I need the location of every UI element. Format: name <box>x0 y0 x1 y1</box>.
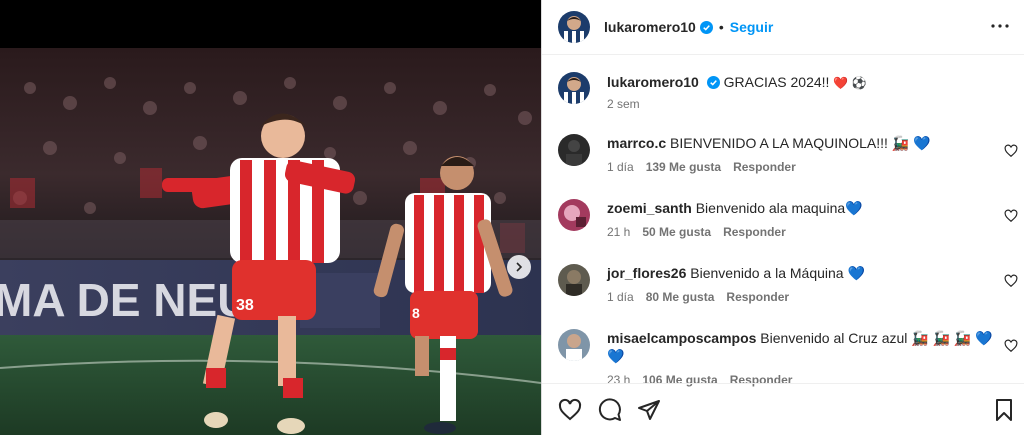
post-panel: lukaromero10 • Seguir lukaromero10 GRACI… <box>541 0 1024 435</box>
chevron-right-icon <box>516 262 523 272</box>
avatar[interactable] <box>558 199 590 231</box>
carousel-next-button[interactable] <box>507 255 531 279</box>
separator-dot: • <box>718 19 724 35</box>
verified-icon <box>699 20 713 34</box>
bookmark-icon[interactable] <box>992 398 1016 422</box>
reply-button[interactable]: Responder <box>723 225 786 239</box>
heart-icon[interactable] <box>1004 339 1018 353</box>
comment-text: Bienvenido a la Máquina 💙 <box>690 265 865 281</box>
svg-text:8: 8 <box>412 305 420 321</box>
caption-emojis: ❤️ ⚽ <box>833 76 867 90</box>
comment-text: BIENVENIDO A LA MAQUINOLA!!! 🚂 💙 <box>670 135 931 151</box>
post-header: lukaromero10 • Seguir <box>542 0 1024 55</box>
reply-button[interactable]: Responder <box>733 160 796 174</box>
heart-icon[interactable] <box>558 398 582 422</box>
caption-row: lukaromero10 GRACIAS 2024!! ❤️ ⚽ 2 sem <box>558 72 1024 111</box>
avatar[interactable] <box>558 72 590 104</box>
comment-username[interactable]: zoemi_santh <box>607 200 692 216</box>
post-viewer: MA DE NEUM 38 8 lukaromero10 • Seguir lu… <box>0 0 1024 435</box>
avatar[interactable] <box>558 264 590 296</box>
comment-username[interactable]: jor_flores26 <box>607 265 686 281</box>
svg-text:38: 38 <box>236 297 254 314</box>
comment-row: zoemi_santh Bienvenido ala maquina💙 21 h… <box>558 199 1024 239</box>
action-bar <box>542 383 1024 435</box>
heart-icon[interactable] <box>1004 144 1018 158</box>
comment-time: 21 h <box>607 225 631 239</box>
comment-likes[interactable]: 50 Me gusta <box>642 225 711 239</box>
more-icon <box>991 24 1009 28</box>
post-photo: MA DE NEUM 38 8 <box>0 48 541 435</box>
comment-time: 1 día <box>607 290 634 304</box>
comment-row: marrco.c BIENVENIDO A LA MAQUINOLA!!! 🚂 … <box>558 134 1024 174</box>
verified-icon <box>706 76 720 89</box>
post-media: MA DE NEUM 38 8 <box>0 0 541 435</box>
comment-likes[interactable]: 139 Me gusta <box>646 160 721 174</box>
comment-row: misaelcamposcampos Bienvenido al Cruz az… <box>558 329 1024 387</box>
caption-text: GRACIAS 2024!! <box>723 74 830 90</box>
comment-username[interactable]: misaelcamposcampos <box>607 330 756 346</box>
author-username[interactable]: lukaromero10 <box>604 19 696 35</box>
avatar[interactable] <box>558 11 590 43</box>
avatar[interactable] <box>558 134 590 166</box>
heart-icon[interactable] <box>1004 274 1018 288</box>
comment-row: jor_flores26 Bienvenido a la Máquina 💙 1… <box>558 264 1024 304</box>
comment-likes[interactable]: 80 Me gusta <box>646 290 715 304</box>
caption-time: 2 sem <box>607 97 640 111</box>
comment-time: 1 día <box>607 160 634 174</box>
caption-username[interactable]: lukaromero10 <box>607 74 699 90</box>
comment-text: Bienvenido ala maquina💙 <box>695 200 863 216</box>
follow-button[interactable]: Seguir <box>730 19 774 35</box>
more-options-button[interactable] <box>988 14 1012 38</box>
comment-username[interactable]: marrco.c <box>607 135 666 151</box>
heart-icon[interactable] <box>1004 209 1018 223</box>
share-icon[interactable] <box>637 398 661 422</box>
comment-icon[interactable] <box>598 398 622 422</box>
avatar[interactable] <box>558 329 590 361</box>
reply-button[interactable]: Responder <box>726 290 789 304</box>
